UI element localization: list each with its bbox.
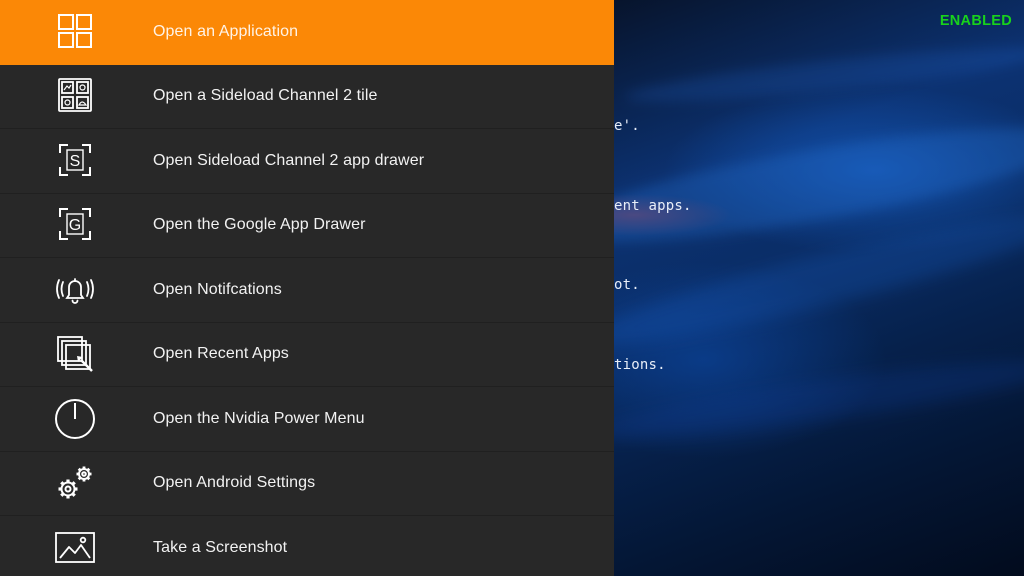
menu-item-open-google-drawer[interactable]: G Open the Google App Drawer bbox=[0, 194, 614, 258]
g-drawer-icon: G bbox=[54, 204, 96, 246]
background-wallpaper: ENABLED e'. ent apps. ot. tions. bbox=[614, 0, 1024, 576]
menu-item-label: Open Recent Apps bbox=[153, 345, 289, 363]
menu-item-open-sideload-tile[interactable]: Open a Sideload Channel 2 tile bbox=[0, 65, 614, 129]
recent-apps-icon bbox=[54, 333, 96, 375]
svg-text:S: S bbox=[70, 153, 81, 170]
grid-icon bbox=[54, 11, 96, 53]
menu-item-label: Open an Application bbox=[153, 22, 299, 40]
action-menu: Open an Application Open a Sideload Chan… bbox=[0, 0, 614, 576]
menu-item-open-recent-apps[interactable]: Open Recent Apps bbox=[0, 323, 614, 387]
menu-item-label: Open Android Settings bbox=[153, 474, 316, 492]
bell-ringing-icon bbox=[54, 269, 96, 311]
menu-item-take-screenshot[interactable]: Take a Screenshot bbox=[0, 516, 614, 576]
menu-item-label: Open Sideload Channel 2 app drawer bbox=[153, 151, 425, 169]
menu-item-label: Take a Screenshot bbox=[153, 538, 288, 556]
power-icon bbox=[54, 398, 96, 440]
gears-icon bbox=[54, 462, 96, 504]
console-line: tions. bbox=[614, 357, 666, 373]
console-line: ot. bbox=[614, 277, 640, 293]
menu-item-label: Open the Google App Drawer bbox=[153, 216, 366, 234]
status-badge: ENABLED bbox=[939, 13, 1012, 29]
menu-item-open-application[interactable]: Open an Application bbox=[0, 0, 614, 65]
menu-item-label: Open Notifcations bbox=[153, 280, 282, 298]
s-drawer-icon: S bbox=[54, 140, 96, 182]
menu-item-open-android-settings[interactable]: Open Android Settings bbox=[0, 452, 614, 516]
screen: ENABLED e'. ent apps. ot. tions. Open an… bbox=[0, 0, 1024, 576]
menu-item-open-notifications[interactable]: Open Notifcations bbox=[0, 258, 614, 323]
menu-item-label: Open the Nvidia Power Menu bbox=[153, 409, 365, 427]
console-line: ent apps. bbox=[614, 198, 692, 214]
console-line: e'. bbox=[614, 118, 640, 134]
image-icon bbox=[54, 527, 96, 569]
tiles-icon bbox=[54, 75, 96, 117]
menu-item-open-sideload-drawer[interactable]: S Open Sideload Channel 2 app drawer bbox=[0, 129, 614, 194]
menu-item-label: Open a Sideload Channel 2 tile bbox=[153, 87, 378, 105]
menu-item-open-power-menu[interactable]: Open the Nvidia Power Menu bbox=[0, 387, 614, 452]
svg-text:G: G bbox=[69, 217, 81, 234]
